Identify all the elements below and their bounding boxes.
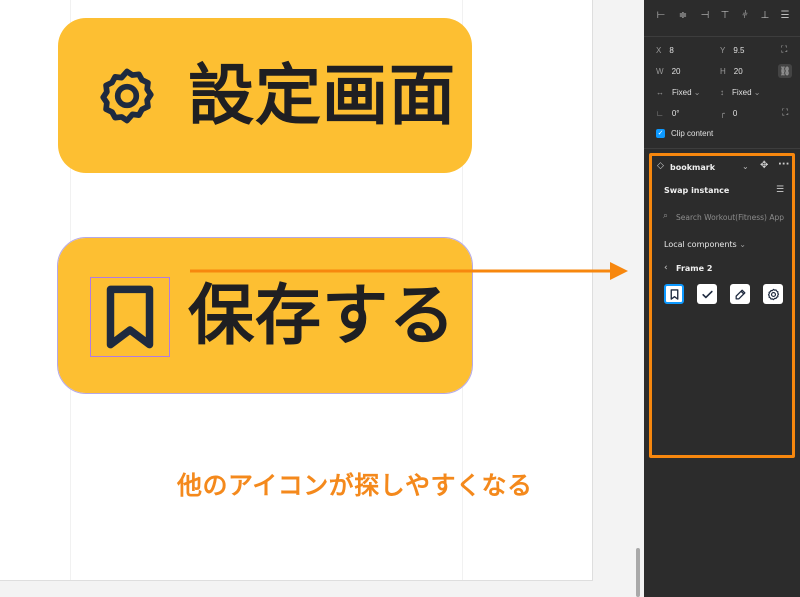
align-top-icon[interactable]: ⊤ (718, 10, 732, 26)
corner-radius-field[interactable]: ╭ 0 (720, 109, 737, 118)
pencil-icon (735, 289, 745, 299)
component-name: bookmark (670, 163, 716, 172)
vertical-resize-icon: ↕ (720, 88, 724, 97)
x-field[interactable]: X8 (656, 46, 674, 55)
alignment-toolbar: ⊢ ≑ ⊣ ⊤ ⫩ ⊥ ☰ (644, 10, 800, 30)
component-dropdown[interactable]: ◇ bookmark ⌄ (652, 158, 792, 176)
align-right-icon[interactable]: ⊣ (698, 10, 712, 26)
align-center-h-icon[interactable]: ≑ (676, 10, 690, 26)
swap-instance-title: Swap instance (664, 186, 730, 195)
go-to-main-component-icon[interactable]: ✥ (760, 160, 768, 171)
component-instance-icon: ◇ (657, 161, 664, 171)
width-sizing-dropdown[interactable]: ↔ Fixed ⌄ (656, 88, 701, 97)
corner-radius-value: 0 (732, 109, 738, 118)
w-label: W (656, 67, 664, 76)
x-label: X (656, 46, 662, 55)
w-field[interactable]: W 20 (656, 67, 680, 76)
align-bottom-icon[interactable]: ⊥ (758, 10, 772, 26)
vertical-scrollbar[interactable] (636, 548, 640, 597)
clip-content-checkbox[interactable]: ✓ (656, 129, 665, 138)
chevron-down-icon: ⌄ (753, 88, 761, 97)
rotation-icon: ∟ (656, 109, 664, 118)
design-canvas[interactable]: 設定画面 保存する 他のアイコンが探しやすくなる (0, 0, 644, 597)
distribute-icon[interactable]: ☰ (778, 10, 792, 26)
height-mode: Fixed (732, 88, 752, 97)
independent-corners-icon[interactable]: ⛶ (782, 107, 788, 118)
h-field[interactable]: H 20 (720, 67, 743, 76)
library-dropdown[interactable]: Local components ⌄ (664, 240, 746, 249)
x-value: 8 (669, 46, 674, 55)
align-middle-icon[interactable]: ⫩ (738, 10, 752, 26)
clip-content-label: Clip content (671, 129, 714, 138)
corner-radius-icon: ╭ (720, 109, 725, 118)
divider (644, 36, 800, 37)
chevron-down-icon: ⌄ (739, 240, 746, 249)
check-icon (701, 290, 713, 298)
rotation-field[interactable]: ∟ 0° (656, 109, 680, 118)
list-view-icon[interactable]: ☰ (776, 185, 784, 195)
library-label: Local components (664, 240, 737, 249)
constrain-proportions-icon[interactable]: ⛓ (778, 64, 792, 78)
search-icon: ⌕ (663, 211, 669, 221)
swap-option-bookmark[interactable] (664, 284, 684, 304)
swap-option-gear[interactable] (763, 284, 783, 304)
align-left-icon[interactable]: ⊢ (654, 10, 668, 26)
swap-option-pencil[interactable] (730, 284, 750, 304)
bookmark-icon (670, 288, 678, 300)
pointer-arrow (190, 262, 628, 280)
h-label: H (720, 67, 726, 76)
height-sizing-dropdown[interactable]: ↕ Fixed ⌄ (720, 88, 761, 97)
swap-option-check[interactable] (697, 284, 717, 304)
instance-swap-section: ◇ bookmark ⌄ ✥ ··· Swap instance ☰ ⌕ Sea… (649, 153, 795, 458)
position-constraints-icon[interactable]: ⛶ (781, 44, 787, 55)
rotation-value: 0° (671, 109, 680, 118)
h-value: 20 (733, 67, 743, 76)
divider (644, 148, 800, 149)
back-chevron-icon[interactable]: ‹ (664, 263, 668, 273)
width-mode: Fixed (672, 88, 692, 97)
y-value: 9.5 (733, 46, 745, 55)
search-placeholder: Search Workout(Fitness) App (676, 213, 785, 222)
y-field[interactable]: Y 9.5 (720, 46, 744, 55)
chevron-down-icon: ⌄ (693, 88, 701, 97)
caption-text: 他のアイコンが探しやすくなる (177, 471, 533, 500)
gear-icon (767, 288, 779, 300)
frame-breadcrumb: Frame 2 (676, 264, 713, 273)
w-value: 20 (671, 67, 681, 76)
chevron-down-icon: ⌄ (742, 162, 749, 171)
more-options-icon[interactable]: ··· (778, 159, 789, 170)
horizontal-resize-icon: ↔ (656, 88, 664, 97)
y-label: Y (720, 46, 726, 55)
